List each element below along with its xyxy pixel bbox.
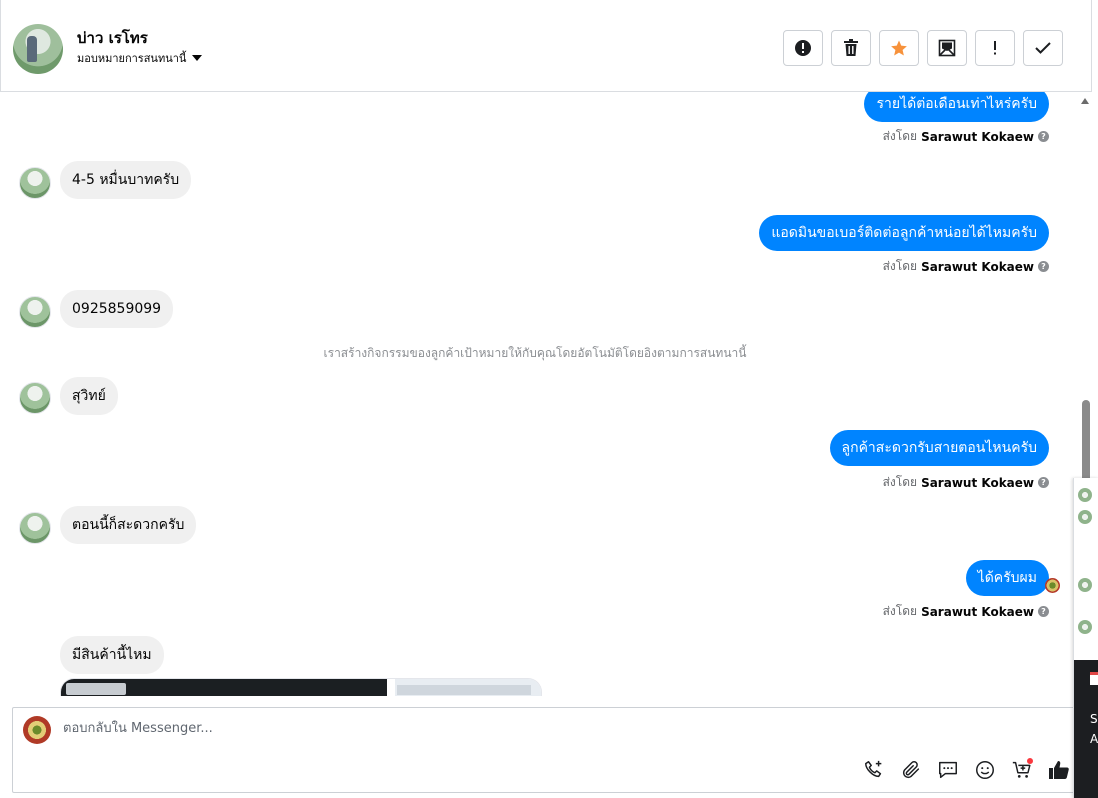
envelope-icon [938,39,956,57]
sender-info: ส่งโดย Sarawut Kokaew ? [883,602,1049,621]
cart-plus-icon[interactable] [1010,758,1034,782]
reply-input[interactable] [61,720,1045,737]
incoming-message[interactable]: 4-5 หมื่นบาทครับ [60,161,192,199]
outgoing-message[interactable]: รายได้ต่อเดือนเท่าไหร่ครับ [864,92,1049,122]
conversation-header: บ่าว เรโทร มอบหมายการสนทนานี้ [0,0,1092,92]
incoming-message[interactable]: 0925859099 [60,290,174,328]
emoji-icon[interactable] [973,758,997,782]
contact-avatar-small[interactable] [19,512,51,544]
outgoing-message[interactable]: แอดมินขอเบอร์ติดต่อลูกค้าหน่อยได้ไหมครับ [759,215,1049,251]
incoming-message[interactable]: สุวิทย์ [60,377,118,415]
chat-list-avatar[interactable] [1078,488,1092,502]
contact-avatar-small[interactable] [19,382,51,414]
sender-name: Sarawut Kokaew [921,259,1034,274]
popup-text-1: S [1090,712,1098,726]
saved-reply-icon[interactable] [936,758,960,782]
sender-prefix: ส่งโดย [882,129,918,143]
phone-plus-icon[interactable] [862,758,886,782]
exclamation-circle-icon [795,40,811,56]
mark-done-button[interactable] [1023,30,1063,66]
star-icon [891,40,907,56]
notification-dot [1027,758,1033,764]
incoming-message[interactable]: มีสินค้านี้ไหม [60,636,164,674]
contact-avatar-small[interactable] [19,296,51,328]
header-actions [783,30,1063,66]
read-receipt-avatar [1045,578,1060,593]
attachment-image[interactable] [395,679,541,696]
message-thread[interactable]: รายได้ต่อเดือนเท่าไหร่ครับ ส่งโดย Sarawu… [0,92,1070,696]
chat-list-avatar[interactable] [1078,620,1092,634]
check-icon [1035,42,1051,54]
sender-prefix: ส่งโดย [882,259,918,273]
question-icon[interactable]: ? [1038,131,1049,142]
scroll-thumb[interactable] [1082,400,1090,482]
assign-conversation-dropdown[interactable]: มอบหมายการสนทนานี้ [77,49,203,67]
sender-info: ส่งโดย Sarawut Kokaew ? [883,257,1049,276]
sender-info: ส่งโดย Sarawut Kokaew ? [883,127,1049,146]
question-icon[interactable]: ? [1038,606,1049,617]
sender-name: Sarawut Kokaew [921,475,1034,490]
page-avatar [23,716,51,744]
trash-icon [844,39,858,56]
image-attachment[interactable] [60,678,542,696]
attachment-image[interactable] [61,679,387,696]
outgoing-message[interactable]: ลูกค้าสะดวกรับสายตอนไหนครับ [829,430,1049,466]
assign-label: มอบหมายการสนทนานี้ [77,52,187,65]
composer-tools [862,758,1071,782]
question-icon[interactable]: ? [1038,477,1049,488]
thumbs-up-icon[interactable] [1047,758,1071,782]
side-panel: S A [1073,478,1098,798]
calendar-icon [1090,672,1098,685]
priority-button[interactable] [975,30,1015,66]
popup-text-2: A [1090,732,1098,746]
paperclip-icon[interactable] [899,758,923,782]
spam-report-button[interactable] [783,30,823,66]
message-composer [12,707,1078,793]
caret-down-icon [192,55,203,61]
mark-unread-button[interactable] [927,30,967,66]
scroll-up-icon[interactable] [1081,98,1089,104]
system-note: เราสร้างกิจกรรมของลูกค้าเป้าหมายให้กับคุ… [323,346,747,360]
delete-button[interactable] [831,30,871,66]
chat-list-avatar[interactable] [1078,578,1092,592]
sender-prefix: ส่งโดย [882,604,918,618]
exclamation-icon [994,41,996,55]
sender-info: ส่งโดย Sarawut Kokaew ? [883,473,1049,492]
star-button[interactable] [879,30,919,66]
chat-list-avatar[interactable] [1078,510,1092,524]
incoming-message[interactable]: ตอนนี้ก็สะดวกครับ [60,506,197,544]
sender-prefix: ส่งโดย [882,475,918,489]
question-icon[interactable]: ? [1038,261,1049,272]
outgoing-message[interactable]: ได้ครับผม [965,560,1049,596]
contact-avatar-small[interactable] [19,167,51,199]
contact-name[interactable]: บ่าว เรโทร [77,26,148,50]
contact-avatar[interactable] [13,24,63,74]
sender-name: Sarawut Kokaew [921,604,1034,619]
notification-popup[interactable]: S A [1074,660,1098,798]
sender-name: Sarawut Kokaew [921,129,1034,144]
